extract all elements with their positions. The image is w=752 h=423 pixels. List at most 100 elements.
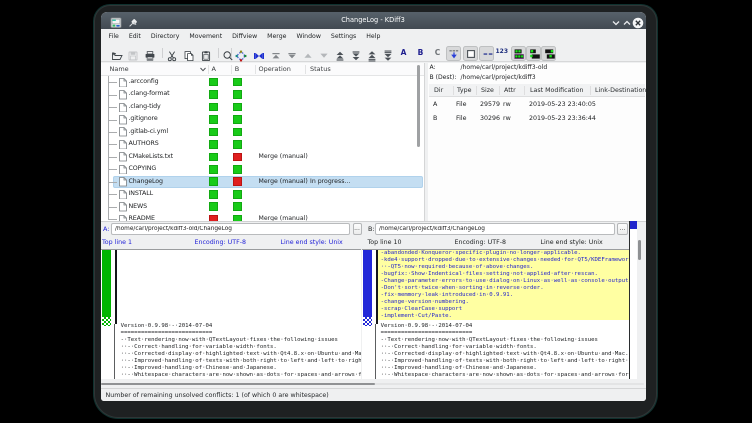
diff-line: Version·0.9.98·-·2014-07-04 bbox=[118, 323, 361, 330]
cell: 2019-05-23 23:40:05 bbox=[529, 98, 596, 112]
column-header-link-destination[interactable]: Link-Destination bbox=[595, 84, 646, 97]
diff-line: ··-·Improved·handling·of·texts·with·both… bbox=[118, 358, 361, 365]
diff-pane-a[interactable]: Version·0.9.98·-·2014-07-04=============… bbox=[101, 249, 362, 380]
save-icon[interactable] bbox=[127, 47, 139, 59]
column-header-type[interactable]: Type bbox=[457, 84, 471, 97]
file-icon bbox=[119, 78, 127, 88]
select-line-b-button[interactable]: B bbox=[415, 47, 427, 59]
menu-help[interactable]: Help bbox=[361, 29, 385, 45]
directory-row-AUTHORS[interactable]: AUTHORS bbox=[101, 138, 425, 150]
state-b-green bbox=[233, 90, 242, 99]
pane-a-browse-button[interactable]: ... bbox=[353, 223, 362, 235]
info-b-label: B (Dest): bbox=[430, 74, 457, 81]
file-icon bbox=[119, 103, 127, 113]
menu-diffview[interactable]: Diffview bbox=[227, 29, 262, 45]
go-prev-unsolved-conflict-icon[interactable] bbox=[366, 47, 378, 59]
copy-icon[interactable] bbox=[183, 47, 195, 59]
go-current-conflict-icon[interactable] bbox=[253, 47, 265, 59]
cut-icon[interactable] bbox=[166, 47, 178, 59]
pane-b-browse-button[interactable]: ... bbox=[617, 223, 628, 235]
overview-mode-toggle[interactable] bbox=[479, 46, 494, 61]
go-prev-conflict-icon[interactable] bbox=[334, 47, 346, 59]
column-header-status[interactable]: Status bbox=[310, 63, 331, 76]
directory-row-.gitignore[interactable]: .gitignore bbox=[101, 113, 425, 125]
file-icon bbox=[119, 190, 127, 200]
go-last-delta-icon[interactable] bbox=[286, 47, 298, 59]
diff-line: -implement·Cut/Paste. bbox=[378, 313, 629, 320]
directory-row-ChangeLog[interactable]: ChangeLogMerge (manual)In progress... bbox=[101, 176, 425, 188]
directory-row-.clang-tidy[interactable]: .clang-tidy bbox=[101, 101, 425, 113]
column-header-attr[interactable]: Attr bbox=[504, 84, 516, 97]
column-separator bbox=[453, 86, 454, 95]
pane-b-path-input[interactable] bbox=[375, 223, 615, 235]
titlebar[interactable]: ChangeLog - KDiff3 bbox=[101, 12, 646, 29]
directory-row-CMakeLists.txt[interactable]: CMakeLists.txtMerge (manual) bbox=[101, 151, 425, 163]
print-icon[interactable] bbox=[144, 47, 156, 59]
menu-edit[interactable]: Edit bbox=[124, 29, 146, 45]
tree-stub bbox=[108, 82, 117, 83]
column-separator bbox=[590, 86, 591, 95]
go-prev-delta-icon[interactable] bbox=[302, 47, 314, 59]
minimize-icon[interactable] bbox=[610, 14, 622, 26]
close-icon[interactable] bbox=[632, 14, 644, 26]
go-next-delta-icon[interactable] bbox=[318, 47, 330, 59]
column-header-size[interactable]: Size bbox=[481, 84, 494, 97]
menu-directory[interactable]: Directory bbox=[146, 29, 185, 45]
dir-show-b-toggle[interactable] bbox=[541, 46, 556, 61]
column-separator bbox=[208, 65, 209, 75]
column-header-a[interactable]: A bbox=[212, 63, 216, 76]
summary-bar-dither bbox=[363, 317, 372, 326]
directory-row-.arcconfig[interactable]: .arcconfig bbox=[101, 76, 425, 88]
file-icon bbox=[119, 165, 127, 175]
select-line-a-button[interactable]: A bbox=[398, 47, 410, 59]
directory-row-README[interactable]: READMEMerge (manual) bbox=[101, 213, 425, 221]
column-header-b[interactable]: B bbox=[235, 63, 239, 76]
directory-row-.clang-format[interactable]: .clang-format bbox=[101, 88, 425, 100]
column-header-operation[interactable]: Operation bbox=[259, 63, 291, 76]
go-first-delta-icon[interactable] bbox=[270, 47, 282, 59]
directory-row-NEWS[interactable]: NEWS bbox=[101, 201, 425, 213]
go-current-delta-icon[interactable] bbox=[235, 47, 247, 59]
paste-icon[interactable] bbox=[200, 47, 212, 59]
open-icon[interactable] bbox=[111, 47, 123, 59]
menu-file[interactable]: File bbox=[104, 29, 124, 45]
menubar: File Edit Directory Movement Diffview Me… bbox=[101, 29, 646, 45]
tree-stub bbox=[108, 144, 117, 145]
menu-movement[interactable]: Movement bbox=[184, 29, 227, 45]
show-whitespace-characters-toggle[interactable] bbox=[446, 46, 461, 61]
state-b-green bbox=[233, 140, 242, 149]
file-name: .arcconfig bbox=[129, 76, 159, 88]
state-a-green bbox=[209, 177, 218, 186]
menu-settings[interactable]: Settings bbox=[326, 29, 361, 45]
show-line-numbers-button[interactable]: 123 bbox=[496, 48, 509, 55]
pane-a-text: Version·0.9.98·-·2014-07-04=============… bbox=[118, 323, 361, 379]
info-table-row[interactable]: BFile30296rw2019-05-23 23:36:44 bbox=[428, 112, 646, 126]
show-whitespace-toggle[interactable] bbox=[463, 46, 478, 61]
select-line-c-button[interactable]: C bbox=[432, 47, 444, 59]
directory-row-COPYING[interactable]: COPYING bbox=[101, 163, 425, 175]
directory-row-INSTALL[interactable]: INSTALL bbox=[101, 188, 425, 200]
column-separator bbox=[524, 86, 525, 95]
diff-line: =========================== bbox=[378, 330, 629, 337]
menu-merge[interactable]: Merge bbox=[262, 29, 291, 45]
pane-a-path-input[interactable] bbox=[111, 223, 350, 235]
column-header-last-modification[interactable]: Last Modification bbox=[530, 84, 584, 97]
diff-vertical-scrollbar[interactable] bbox=[638, 221, 642, 378]
go-next-conflict-icon[interactable] bbox=[350, 47, 362, 59]
menu-window[interactable]: Window bbox=[291, 29, 325, 45]
directory-list-scrollbar[interactable] bbox=[417, 65, 420, 147]
go-next-unsolved-conflict-icon[interactable] bbox=[382, 47, 394, 59]
column-header-dir[interactable]: Dir bbox=[434, 84, 443, 97]
column-header-name[interactable]: Name bbox=[110, 63, 129, 76]
toolbar-separator bbox=[231, 48, 232, 58]
cell: 30296 bbox=[480, 112, 500, 126]
file-name: INSTALL bbox=[129, 188, 154, 200]
diff-overview-column[interactable] bbox=[629, 221, 637, 379]
diff-line: ··-QT5·now·required·because·of·above·cha… bbox=[378, 264, 629, 271]
dir-show-a-toggle[interactable] bbox=[526, 46, 541, 61]
dir-show-identical-toggle[interactable] bbox=[511, 46, 526, 61]
directory-row-.gitlab-ci.yml[interactable]: .gitlab-ci.yml bbox=[101, 126, 425, 138]
info-table-row[interactable]: AFile29579rw2019-05-23 23:40:05 bbox=[428, 98, 646, 112]
diff-pane-b[interactable]: -abandonded·Konqueror·specific·plugin·no… bbox=[362, 249, 629, 380]
diff-horizontal-scrollbar[interactable] bbox=[101, 379, 646, 388]
